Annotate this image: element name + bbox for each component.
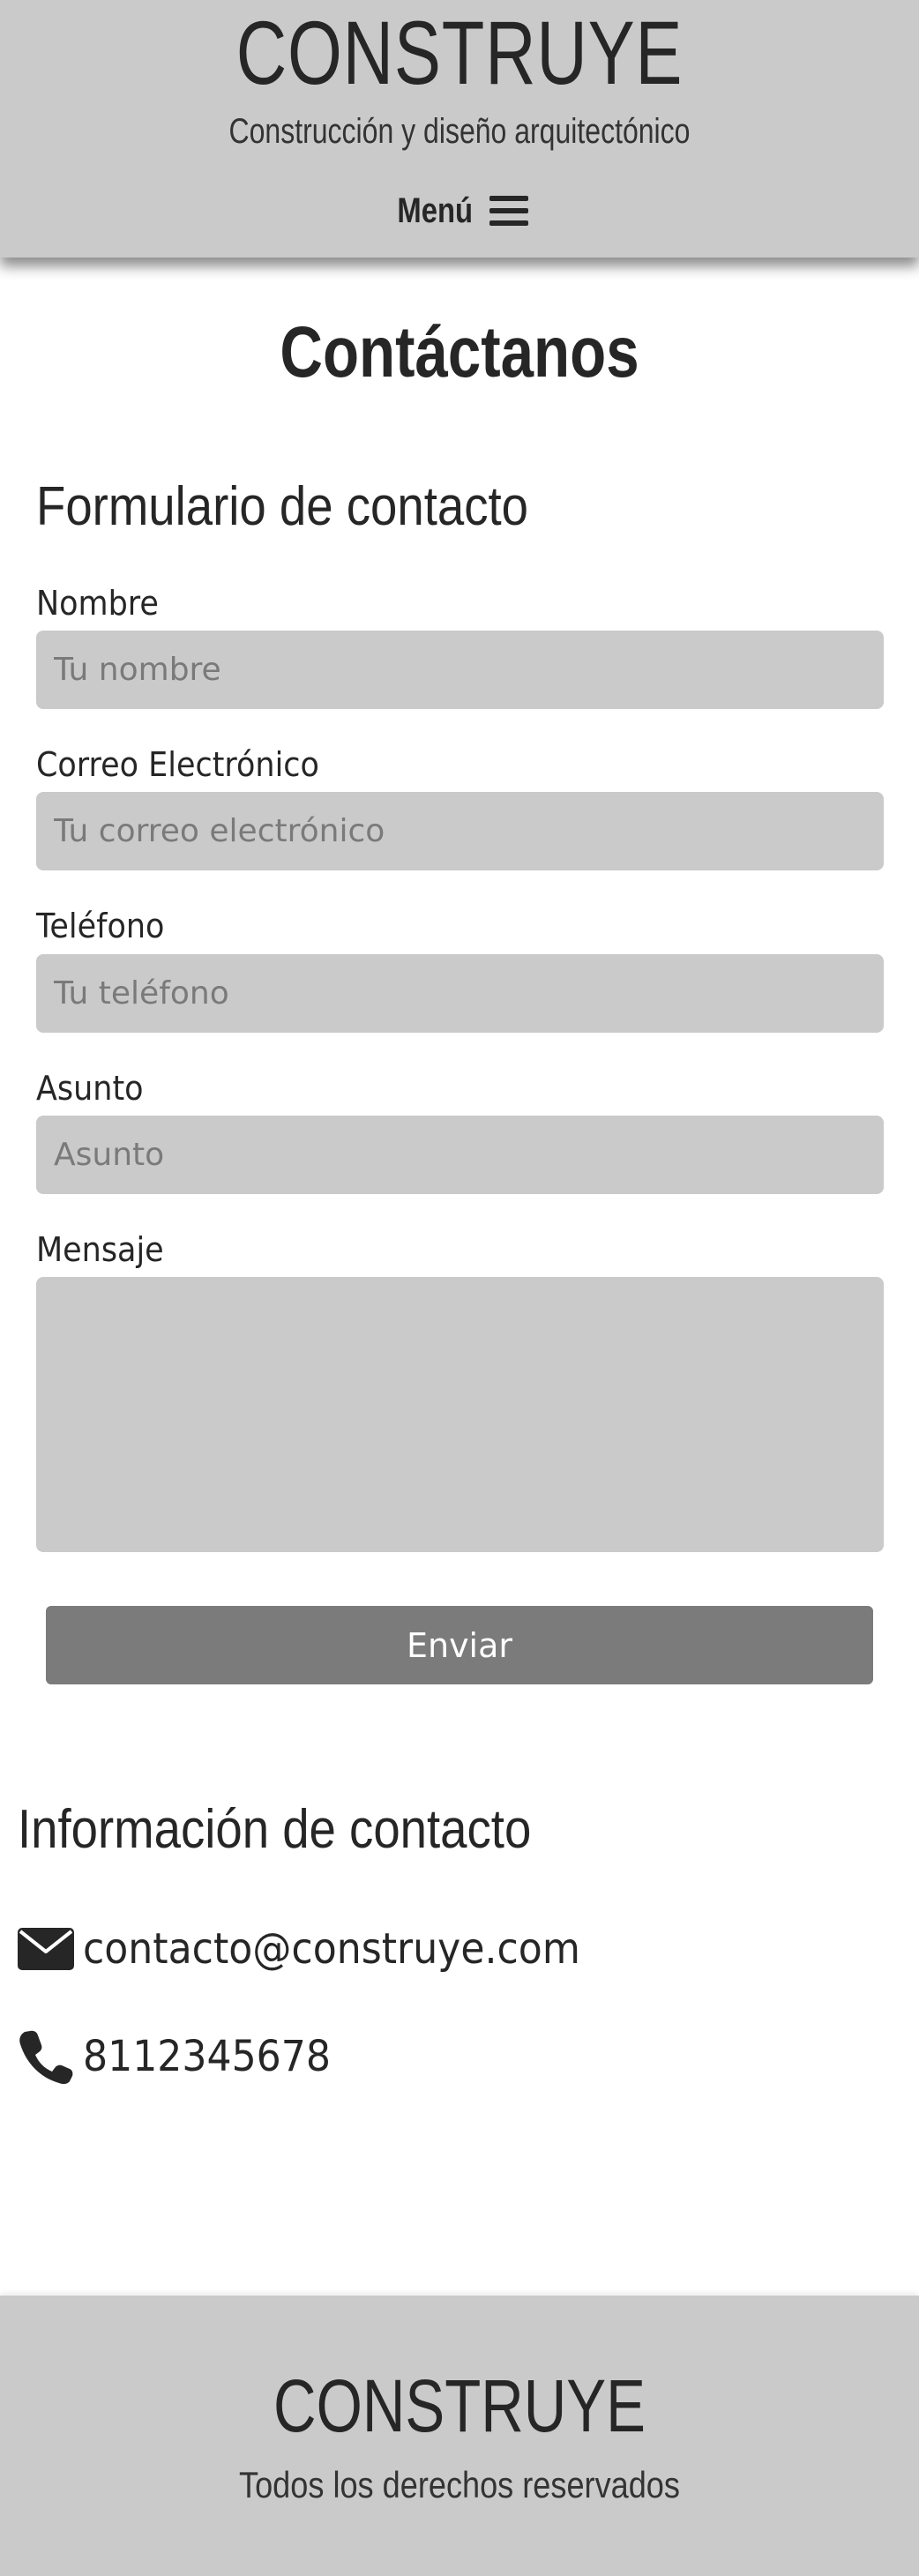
copyright-text: Todos los derechos reservados [239,2464,680,2505]
phone-icon [19,2030,73,2085]
email-input[interactable] [36,792,884,870]
subject-label: Asunto [36,1069,144,1108]
site-tagline: Construcción y diseño arquitectónico [228,112,691,151]
email-label: Correo Electrónico [36,745,319,784]
menu-button[interactable]: Menú [370,188,547,234]
name-input[interactable] [36,631,884,709]
form-title: Formulario de contacto [36,476,528,537]
subject-input[interactable] [36,1116,884,1194]
submit-button[interactable]: Enviar [46,1606,873,1684]
name-label: Nombre [36,584,159,623]
hamburger-icon [489,196,529,226]
site-header: CONSTRUYE Construcción y diseño arquitec… [0,0,919,258]
site-logo[interactable]: CONSTRUYE [101,7,818,99]
contact-info-title: Información de contacto [18,1799,532,1860]
contact-phone-row: 8112345678 [18,2026,352,2087]
contact-email-row: contacto@construye.com [18,1918,624,1980]
contact-email-link[interactable]: contacto@construye.com [83,1924,580,1974]
site-footer: CONSTRUYE Todos los derechos reservados [0,2296,919,2576]
page-title: Contáctanos [280,312,639,392]
phone-label: Teléfono [36,907,165,945]
menu-label: Menú [397,191,473,230]
contact-phone-link[interactable]: 8112345678 [83,2032,331,2081]
envelope-icon [18,1928,74,1970]
message-textarea[interactable] [36,1277,884,1552]
footer-logo: CONSTRUYE [273,2364,646,2447]
message-label: Mensaje [36,1230,164,1269]
phone-input[interactable] [36,954,884,1033]
